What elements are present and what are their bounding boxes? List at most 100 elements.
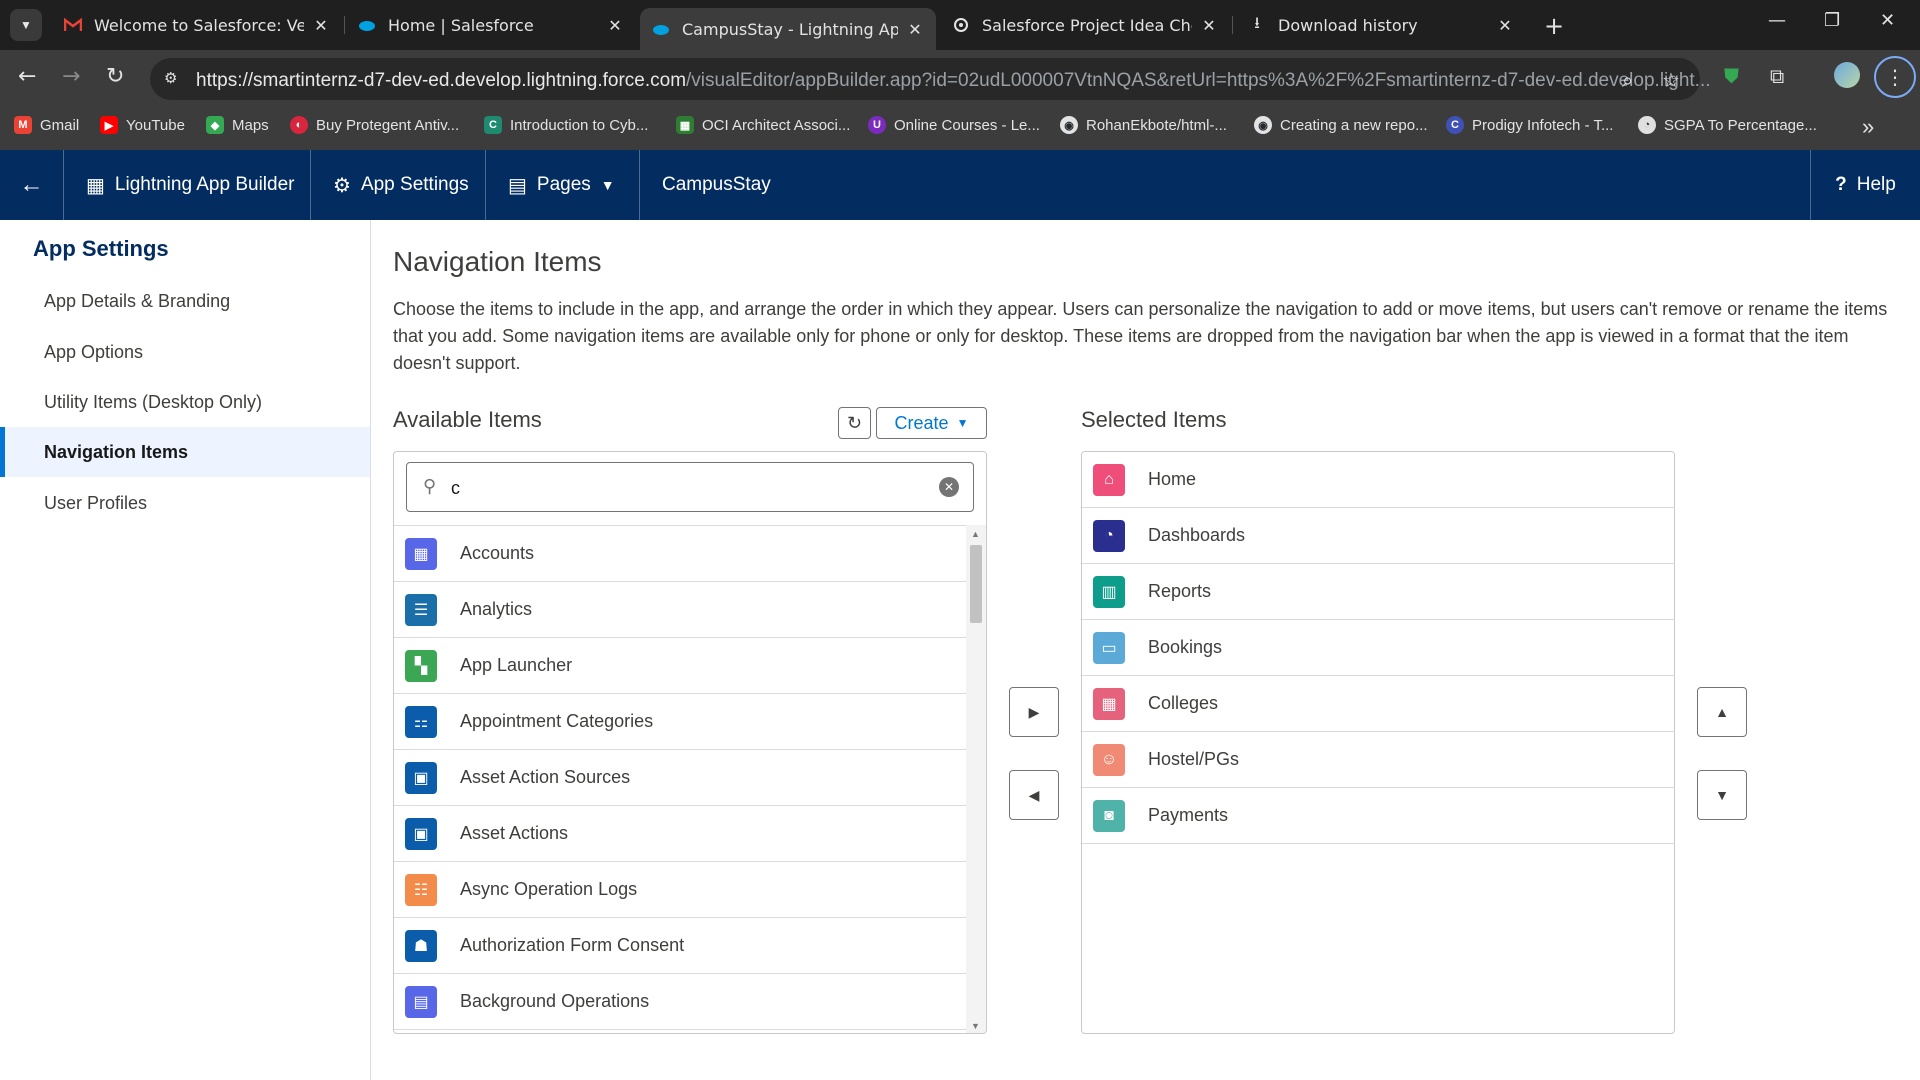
list-item[interactable]: ◔ Dashboards [1082,508,1674,564]
url-text[interactable]: https://smartinternz-d7-dev-ed.develop.l… [196,70,1711,92]
back-button[interactable]: ← [0,150,64,220]
new-tab-button[interactable]: + [1544,12,1564,40]
browser-tab-campusstay[interactable]: CampusStay - Lightning App Bu ✕ [640,8,936,50]
scroll-down-icon[interactable]: ▼ [971,1021,980,1031]
move-left-icon: ◀ [1028,786,1040,803]
create-dropdown-button[interactable]: Create ▼ [876,407,987,439]
bookmark-label: Maps [232,116,269,134]
chevron-down-icon: ▼ [600,177,615,193]
shield-extension-icon[interactable]: ⛊ [1724,64,1739,88]
move-to-available-button[interactable]: ◀ [1009,770,1059,820]
tab-title: Salesforce Project Idea Check [982,15,1192,35]
list-item[interactable]: ☗ Authorization Form Consent [394,918,967,974]
sidebar-item-app-options[interactable]: App Options [0,327,370,377]
pages-dropdown[interactable]: ▤ Pages ▼ [486,150,640,220]
home-icon: ⌂ [1093,463,1125,496]
address-bar[interactable]: ⚙ https://smartinternz-d7-dev-ed.develop… [150,58,1711,100]
calculator-icon: ◔ [1638,116,1656,134]
close-tab-icon[interactable]: ✕ [606,16,624,35]
list-item[interactable]: ▚ App Launcher [394,638,967,694]
list-item[interactable]: ▣ Asset Action Sources [394,750,967,806]
browser-tab-salesforce-home[interactable]: Home | Salesforce ✕ [346,8,636,42]
list-item[interactable]: ▣ Asset Actions [394,806,967,862]
site-info-icon[interactable]: ⚙ [164,69,184,89]
bookmark-label: YouTube [126,116,185,134]
more-bookmarks-icon[interactable]: » [1862,114,1874,140]
close-tab-icon[interactable]: ✕ [906,20,924,39]
sidebar-item-app-details[interactable]: App Details & Branding [0,276,370,326]
zoom-icon[interactable]: ⌕ [1622,68,1633,92]
page-title: Navigation Items [393,246,602,277]
bookmark-prodigy[interactable]: C Prodigy Infotech - T... [1446,116,1613,134]
forward-arrow-icon[interactable]: → [62,64,80,89]
list-item-label: Asset Actions [460,823,569,843]
bookmark-gmail[interactable]: M Gmail [14,116,79,134]
salesforce-cloud-icon [652,20,670,38]
bookmark-maps[interactable]: ◆ Maps [206,116,269,134]
browser-menu-icon[interactable]: ⋮ [1874,56,1916,98]
back-arrow-icon[interactable]: ← [18,64,36,89]
page-description: Choose the items to include in the app, … [393,299,1888,373]
bookmark-sgpa[interactable]: ◔ SGPA To Percentage... [1638,116,1817,134]
selected-items-panel: ⌂ Home ◔ Dashboards ▥ Reports ▭ Bookings ▦ Colleg… [1081,451,1675,1034]
list-item-label: Payments [1148,805,1229,825]
list-item[interactable]: ☺ Hostel/PGs [1082,732,1674,788]
scrollbar-thumb[interactable] [970,545,982,623]
sidebar-item-user-profiles[interactable]: User Profiles [0,478,370,528]
list-item-label: Asset Action Sources [460,767,631,787]
list-item[interactable]: ⚏ Appointment Categories [394,694,967,750]
move-to-selected-button[interactable]: ▶ [1009,687,1059,737]
bookmark-github-html[interactable]: ◉ RohanEkbote/html-... [1060,116,1227,134]
close-tab-icon[interactable]: ✕ [312,16,330,35]
bookmark-star-icon[interactable]: ☆ [1662,68,1680,92]
list-item[interactable]: ☷ Async Operation Logs [394,862,967,918]
app-settings-button[interactable]: ⚙ App Settings [311,150,486,220]
tab-search-button[interactable]: ▼ [10,9,42,41]
sidebar-item-utility-items[interactable]: Utility Items (Desktop Only) [0,377,370,427]
move-up-button[interactable]: ▲ [1697,687,1747,737]
list-item[interactable]: ▦ Accounts [394,526,967,582]
selected-items-list: ⌂ Home ◔ Dashboards ▥ Reports ▭ Bookings ▦ Colleg… [1082,452,1674,844]
restore-window-icon[interactable]: ❐ [1824,10,1840,31]
bookmark-online-courses[interactable]: U Online Courses - Le... [868,116,1040,134]
profile-avatar[interactable] [1834,62,1860,88]
list-item[interactable]: ◙ Payments [1082,788,1674,844]
scroll-up-icon[interactable]: ▲ [971,529,980,539]
minimize-window-icon[interactable]: — [1768,10,1786,31]
refresh-button[interactable]: ↻ [838,407,871,439]
bookmark-oci[interactable]: ▦ OCI Architect Associ... [676,116,850,134]
search-input[interactable] [451,475,901,501]
gmail-icon [64,16,82,34]
list-item[interactable]: ▭ Bookings [1082,620,1674,676]
sidebar-item-navigation-items[interactable]: Navigation Items [0,427,370,477]
move-down-button[interactable]: ▼ [1697,770,1747,820]
bookmark-youtube[interactable]: ▶ YouTube [100,116,185,134]
browser-tab-gmail[interactable]: Welcome to Salesforce: Verify y ✕ [52,8,342,42]
udemy-icon: U [868,116,886,134]
close-tab-icon[interactable]: ✕ [1496,16,1514,35]
app-name-label: CampusStay [662,174,771,195]
browser-tab-download-history[interactable]: ⭳ Download history ✕ [1236,8,1526,42]
reload-icon[interactable]: ↻ [106,64,124,89]
hostel-pgs-icon: ☺ [1093,743,1125,776]
extensions-puzzle-icon[interactable]: ⧉ [1770,64,1784,88]
sidebar-item-label: Navigation Items [44,441,189,462]
bookmark-github-repo[interactable]: ◉ Creating a new repo... [1254,116,1428,134]
list-item[interactable]: ▥ Reports [1082,564,1674,620]
browser-tab-project-idea[interactable]: Salesforce Project Idea Check ✕ [940,8,1230,42]
bookmark-cyber[interactable]: C Introduction to Cyb... [484,116,648,134]
lightning-app-builder-menu[interactable]: ▦ Lightning App Builder [64,150,311,220]
list-item[interactable]: ▦ Colleges [1082,676,1674,732]
close-window-icon[interactable]: ✕ [1880,10,1895,31]
close-tab-icon[interactable]: ✕ [1200,16,1218,35]
help-button[interactable]: ? Help [1810,150,1920,220]
clear-search-icon[interactable]: ✕ [939,477,959,497]
list-item[interactable]: ⌂ Home [1082,452,1674,508]
list-item[interactable]: ▤ Background Operations [394,974,967,1030]
tab-separator [344,16,345,34]
available-items-scrollbar[interactable]: ▲ ▼ [966,525,986,1033]
available-items-title: Available Items [393,407,542,432]
tab-title: Download history [1278,15,1418,35]
list-item[interactable]: ☰ Analytics [394,582,967,638]
bookmark-protegent[interactable]: ◐ Buy Protegent Antiv... [290,116,459,134]
